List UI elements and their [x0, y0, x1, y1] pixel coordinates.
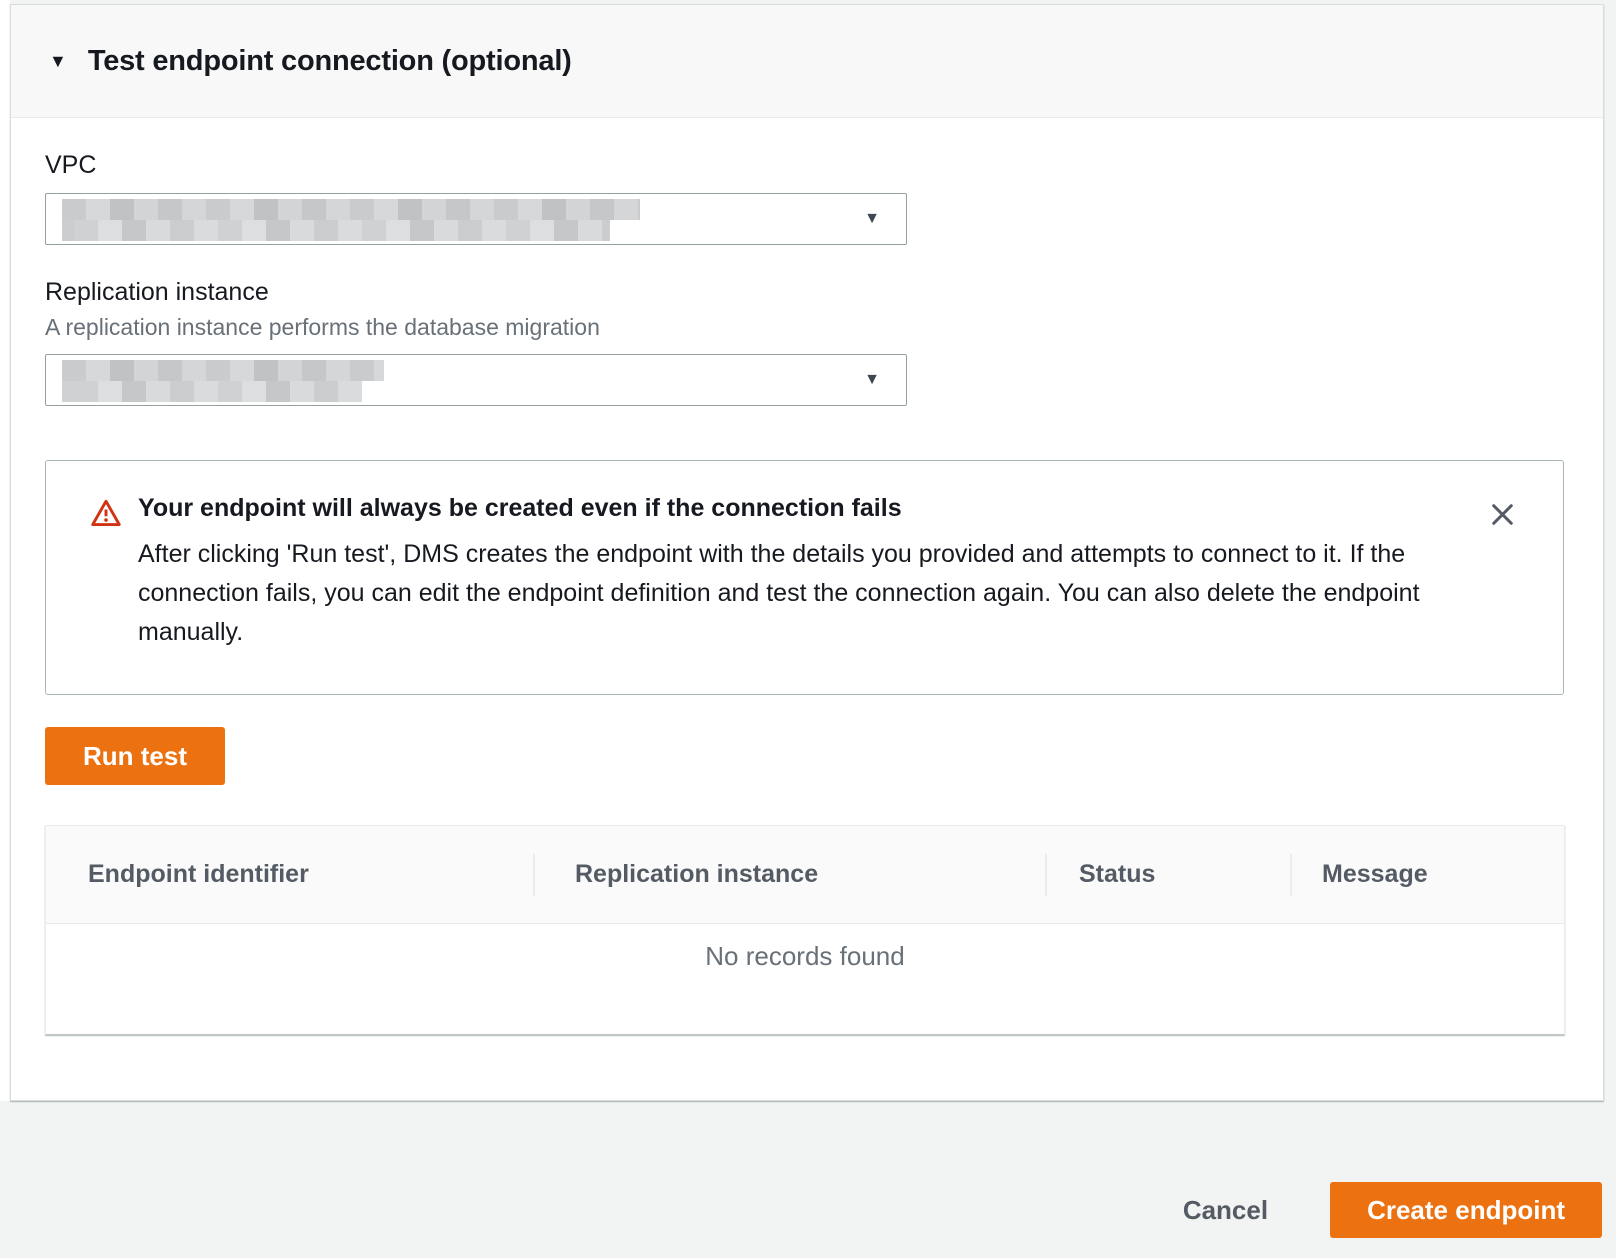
redacted-value: [62, 381, 362, 402]
warning-alert: Your endpoint will always be created eve…: [45, 460, 1564, 695]
warning-triangle-icon: [90, 498, 122, 533]
cancel-button[interactable]: Cancel: [1183, 1195, 1268, 1226]
redacted-value: [62, 220, 610, 241]
run-test-button[interactable]: Run test: [45, 727, 225, 785]
close-icon[interactable]: [1485, 499, 1519, 533]
replication-instance-select[interactable]: ▼: [45, 354, 907, 406]
alert-title: Your endpoint will always be created eve…: [138, 494, 1430, 523]
column-header-replication-instance: Replication instance: [533, 826, 1045, 923]
alert-body: After clicking 'Run test', DMS creates t…: [138, 535, 1430, 652]
replication-instance-label: Replication instance: [45, 278, 1603, 307]
section-title: Test endpoint connection (optional): [88, 45, 572, 78]
empty-state-text: No records found: [46, 924, 1564, 972]
results-table: Endpoint identifier Replication instance…: [45, 825, 1565, 1035]
vpc-label: VPC: [45, 151, 1603, 180]
chevron-down-icon: ▼: [864, 211, 880, 227]
table-body: No records found: [46, 924, 1564, 1034]
column-header-status: Status: [1045, 826, 1290, 923]
chevron-down-icon: ▼: [864, 372, 880, 388]
table-header-row: Endpoint identifier Replication instance…: [46, 826, 1564, 924]
footer-actions: Cancel Create endpoint: [1183, 1182, 1602, 1238]
redacted-value: [62, 360, 384, 381]
replication-instance-description: A replication instance performs the data…: [45, 314, 1603, 341]
create-endpoint-button[interactable]: Create endpoint: [1330, 1182, 1602, 1238]
section-body: VPC ▼ Replication instance A replication…: [11, 151, 1603, 1035]
column-header-message: Message: [1290, 826, 1564, 923]
column-header-endpoint-identifier: Endpoint identifier: [46, 826, 533, 923]
redacted-value: [62, 199, 640, 220]
alert-text: Your endpoint will always be created eve…: [138, 494, 1430, 652]
section-header[interactable]: ▼ Test endpoint connection (optional): [11, 5, 1603, 118]
left-margin-strip: [0, 0, 10, 1101]
test-endpoint-panel: ▼ Test endpoint connection (optional) VP…: [10, 4, 1604, 1101]
vpc-select[interactable]: ▼: [45, 193, 907, 245]
collapse-triangle-icon[interactable]: ▼: [49, 52, 67, 70]
